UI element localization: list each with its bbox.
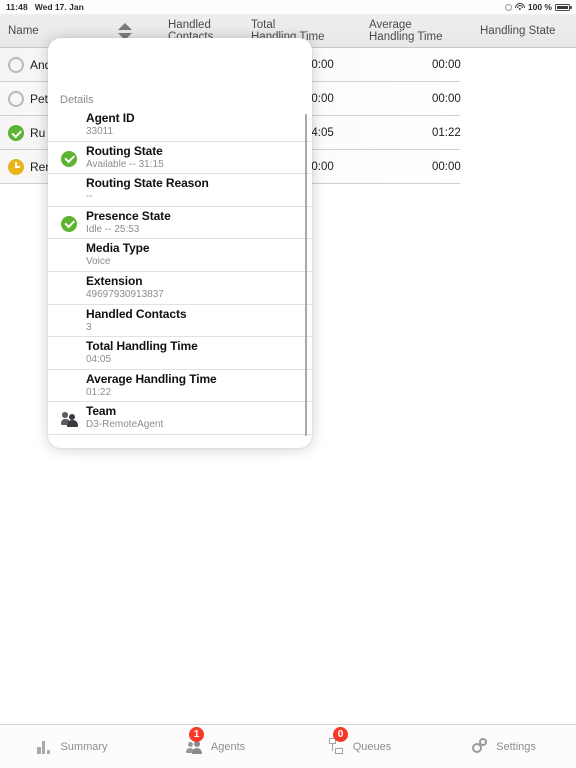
details-item-text: Routing State Reason -- bbox=[86, 176, 296, 203]
tab-agents[interactable]: Agents 1 bbox=[144, 725, 288, 768]
details-item-value: 04:05 bbox=[86, 354, 112, 366]
table-column-header-label: Handling State bbox=[480, 24, 556, 37]
table-column-header[interactable]: Handling State bbox=[480, 14, 576, 48]
check-icon bbox=[61, 215, 77, 232]
details-item-value: 33011 bbox=[86, 126, 114, 137]
tab-summary[interactable]: Summary bbox=[0, 725, 144, 768]
status-date: Wed 17. Jan bbox=[34, 2, 84, 12]
details-popover: Details Agent ID 33011 Routing State Availa… bbox=[48, 38, 312, 448]
average-handling-time-cell: 01:22 bbox=[432, 127, 461, 139]
handling-state-icon bbox=[8, 125, 24, 141]
details-item-key: Routing State bbox=[86, 143, 163, 158]
tab-badge: 0 bbox=[333, 727, 348, 742]
details-item-text: Routing State Available -- 31:15 bbox=[86, 144, 296, 171]
handling-state-icon bbox=[8, 57, 24, 73]
battery-percent-label: 100 % bbox=[527, 2, 552, 12]
status-time: 11:48 bbox=[6, 2, 28, 12]
details-list-item[interactable]: Media Type Voice bbox=[48, 239, 312, 272]
details-scrollbar[interactable] bbox=[304, 114, 307, 436]
tab-label: Agents bbox=[210, 740, 246, 753]
details-list-item[interactable]: Presence State Idle -- 25:53 bbox=[48, 207, 312, 240]
details-list-item[interactable]: Agent ID 33011 bbox=[48, 109, 312, 142]
details-item-key: Routing State Reason bbox=[86, 176, 209, 191]
details-list-item[interactable]: Routing State Reason -- bbox=[48, 174, 312, 207]
tab-label: Summary bbox=[60, 740, 108, 753]
details-item-key: Presence State bbox=[86, 208, 171, 223]
details-item-key: Handled Contacts bbox=[86, 306, 187, 321]
details-item-value: Available -- 31:15 bbox=[86, 158, 164, 170]
details-item-key: Total Handling Time bbox=[86, 339, 198, 354]
details-item-text: Handled Contacts 3 bbox=[86, 307, 296, 334]
average-handling-time-cell: 00:00 bbox=[432, 161, 461, 173]
wifi-icon bbox=[514, 3, 525, 11]
tab-bar: Summary Agents 1 Queues 0 Settings bbox=[0, 724, 576, 768]
average-handling-time-cell: 00:00 bbox=[432, 59, 461, 71]
details-item-value: Voice bbox=[86, 256, 111, 268]
gears-icon bbox=[472, 737, 490, 756]
details-item-text: Presence State Idle -- 25:53 bbox=[86, 209, 296, 236]
status-bar-left: 11:48 Wed 17. Jan bbox=[6, 2, 84, 12]
details-item-value: 3 bbox=[86, 321, 92, 333]
table-column-header-label: Name bbox=[8, 24, 39, 37]
details-item-key: Average Handling Time bbox=[86, 371, 217, 386]
table-column-header-label: Average Handling Time bbox=[369, 18, 443, 44]
details-item-text: Media Type Voice bbox=[86, 241, 296, 268]
team-icon bbox=[60, 411, 78, 427]
details-item-text: Extension 49697930913837 bbox=[86, 274, 296, 301]
agent-name-cell: Pet bbox=[30, 92, 49, 106]
details-item-text: Agent ID 33011 bbox=[86, 111, 296, 138]
app-root: 11:48 Wed 17. Jan 100 % Name Handled Cont… bbox=[0, 0, 576, 768]
tab-label: Queues bbox=[352, 740, 392, 753]
battery-icon bbox=[555, 3, 572, 11]
details-list-item[interactable]: Routing State Available -- 31:15 bbox=[48, 142, 312, 175]
details-list: Agent ID 33011 Routing State Available -- 3… bbox=[48, 109, 312, 435]
tab-label: Settings bbox=[496, 740, 536, 753]
details-list-item[interactable]: Average Handling Time 01:22 bbox=[48, 370, 312, 403]
details-item-key: Extension bbox=[86, 273, 143, 288]
tab-queues[interactable]: Queues 0 bbox=[288, 725, 432, 768]
details-item-value: 01:22 bbox=[86, 386, 112, 398]
handling-state-icon bbox=[8, 159, 24, 175]
agent-name-cell: Ru bbox=[30, 126, 46, 140]
details-item-key: Agent ID bbox=[86, 111, 135, 125]
check-icon bbox=[61, 150, 77, 167]
tab-badge: 1 bbox=[189, 727, 204, 742]
chart-bars-icon bbox=[36, 738, 54, 756]
team-icon bbox=[60, 411, 78, 427]
details-item-value: 49697930913837 bbox=[86, 288, 164, 300]
details-list-item[interactable]: Handled Contacts 3 bbox=[48, 305, 312, 338]
rotation-lock-icon bbox=[504, 3, 512, 11]
details-item-text: Total Handling Time 04:05 bbox=[86, 339, 296, 366]
details-popover-title: Details bbox=[60, 94, 94, 106]
check-icon bbox=[61, 215, 77, 232]
details-item-value: -- bbox=[86, 191, 93, 203]
details-item-value: D3-RemoteAgent bbox=[86, 419, 164, 431]
details-list-item[interactable]: Total Handling Time 04:05 bbox=[48, 337, 312, 370]
details-list-item[interactable]: Extension 49697930913837 bbox=[48, 272, 312, 305]
tab-settings[interactable]: Settings bbox=[432, 725, 576, 768]
table-column-header[interactable]: Average Handling Time bbox=[369, 14, 469, 48]
average-handling-time-cell: 00:00 bbox=[432, 93, 461, 105]
details-item-text: Average Handling Time 01:22 bbox=[86, 372, 296, 399]
details-item-value: Idle -- 25:53 bbox=[86, 223, 140, 235]
details-item-key: Team bbox=[86, 404, 117, 419]
status-bar-right: 100 % bbox=[504, 2, 572, 12]
details-list-item[interactable]: Team D3-RemoteAgent bbox=[48, 402, 312, 435]
handling-state-icon bbox=[8, 91, 24, 107]
details-item-text: Team D3-RemoteAgent bbox=[86, 404, 296, 431]
check-icon bbox=[61, 150, 77, 167]
status-bar: 11:48 Wed 17. Jan 100 % bbox=[0, 0, 576, 14]
details-item-key: Media Type bbox=[86, 241, 150, 256]
